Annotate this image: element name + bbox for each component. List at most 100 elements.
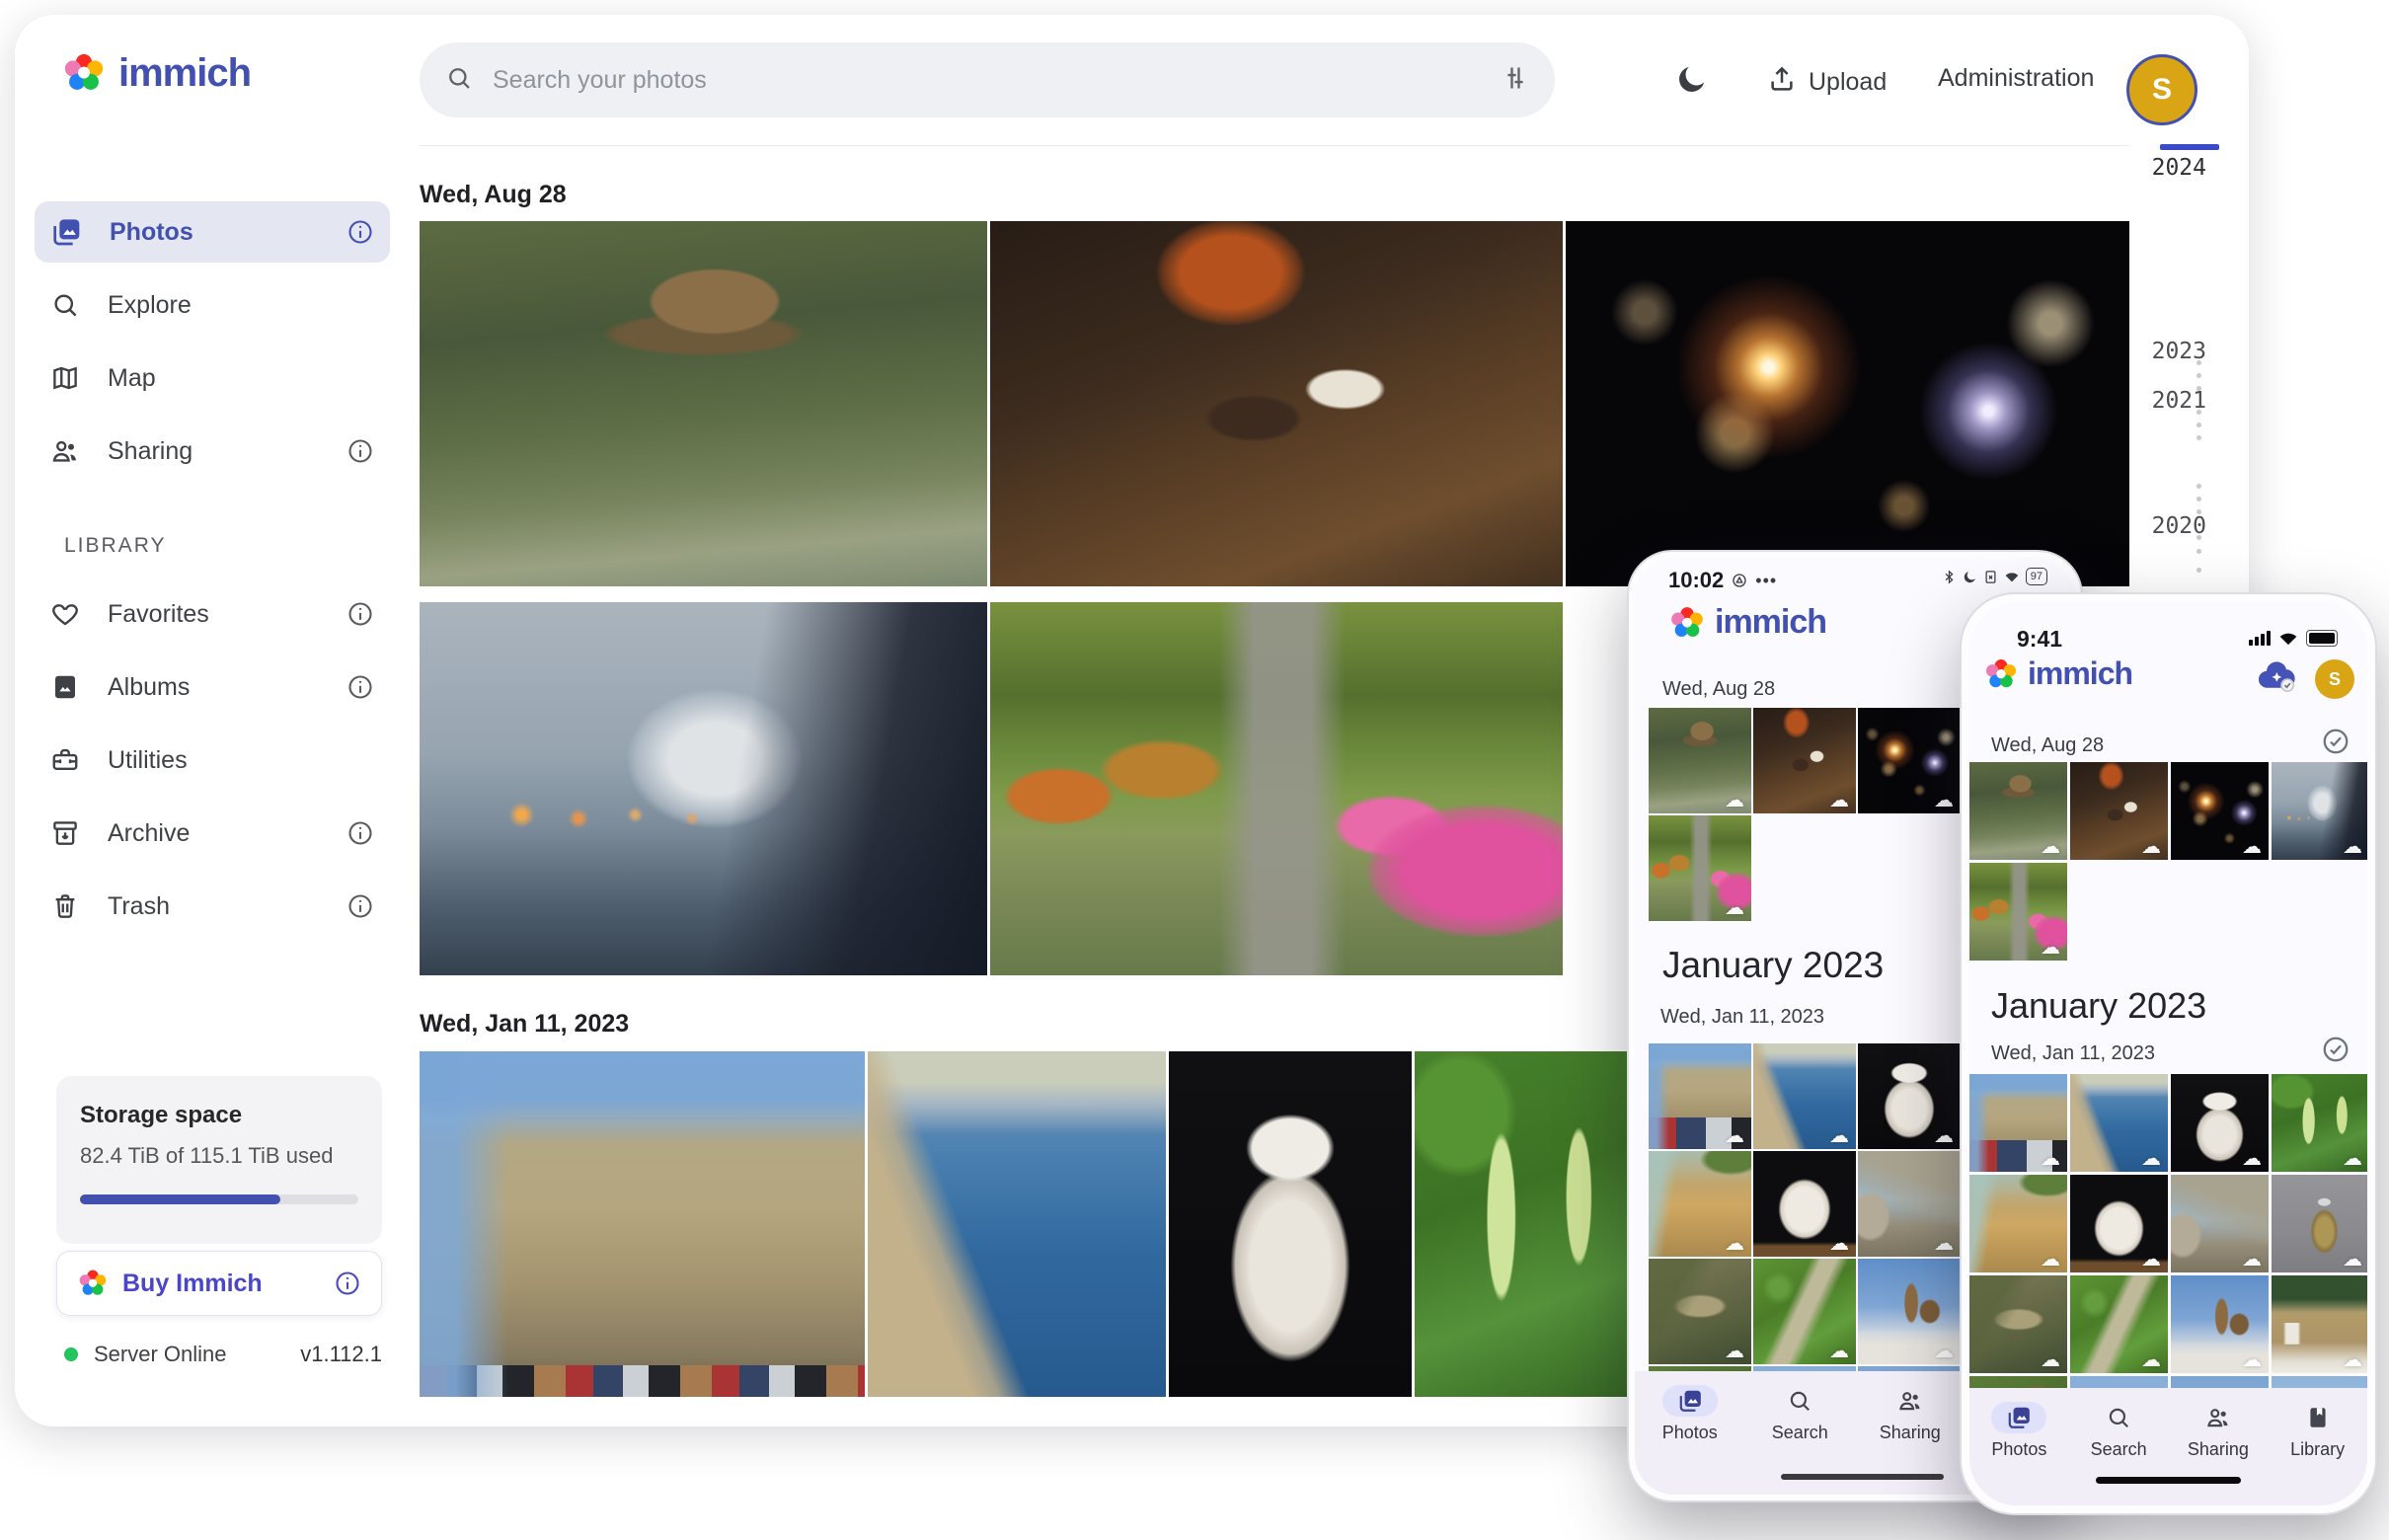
info-icon[interactable] [347, 437, 374, 465]
administration-label: Administration [1938, 64, 2094, 93]
photo-ornate[interactable]: ☁ [2272, 1175, 2367, 1272]
photo-fireworks[interactable]: ☁ [2171, 762, 2269, 860]
sidebar-item-favorites[interactable]: Favorites [35, 583, 390, 645]
photo-sculpture[interactable]: ☁ [2070, 1175, 2168, 1272]
search-filter-icon[interactable] [1502, 64, 1529, 97]
server-version: v1.112.1 [300, 1342, 382, 1367]
library-section-label: LIBRARY [64, 534, 167, 558]
photo-beach[interactable]: ☁ [1969, 1175, 2067, 1272]
info-icon[interactable] [347, 218, 374, 246]
photo-flowerpath[interactable]: ☁ [1649, 815, 1751, 921]
sidebar-item-sharing[interactable]: Sharing [35, 421, 390, 482]
photo-fireworks[interactable] [1566, 221, 2129, 586]
photo-castlesea[interactable] [868, 1051, 1166, 1397]
photo-ruins[interactable]: ☁ [1858, 1151, 1961, 1257]
nav-item-photos[interactable]: Photos [1635, 1385, 1745, 1495]
photo-monkeys[interactable] [420, 221, 987, 586]
photo-bust[interactable]: ☁ [1858, 1043, 1961, 1149]
photo-lizard2[interactable]: ☁ [2070, 1275, 2168, 1373]
nav-item-sharing[interactable]: Sharing [2169, 1402, 2269, 1505]
photo-beach[interactable]: ☁ [1649, 1151, 1751, 1257]
upload-button[interactable]: Upload [1767, 64, 1887, 101]
search-input[interactable] [491, 65, 1484, 96]
photo-plant[interactable] [1415, 1051, 1643, 1397]
nav-item-library[interactable]: Library [2268, 1402, 2367, 1505]
nav-item-search[interactable]: Search [2069, 1402, 2169, 1505]
photo-dinner[interactable] [990, 221, 1563, 586]
timeline-tick [2196, 568, 2201, 573]
photo-church[interactable]: ☁ [2171, 1275, 2269, 1373]
photo-grid-clip: ☁☁☁☁☁☁☁☁☁☁☁☁☁☁☁☁ [1969, 1074, 2367, 1402]
photo-plant[interactable]: ☁ [2272, 1074, 2367, 1172]
info-icon[interactable] [347, 892, 374, 920]
nav-pill [1883, 1385, 1938, 1417]
battery-percent: 97 [2031, 571, 2042, 582]
photo-flowerpath[interactable] [990, 602, 1563, 975]
sidebar-item-trash[interactable]: Trash [35, 876, 390, 937]
sidebar-item-explore[interactable]: Explore [35, 274, 390, 336]
cloud-backup-icon: ☁ [1829, 1233, 1849, 1253]
info-icon[interactable] [334, 1270, 361, 1297]
wifi-icon [2278, 631, 2298, 646]
toolbox-icon [50, 745, 80, 775]
cloud-sync-button[interactable] [2256, 657, 2299, 698]
buy-immich-button[interactable]: Buy Immich [56, 1251, 382, 1316]
cloud-backup-icon: ☁ [2343, 1148, 2362, 1168]
nav-label: Search [1772, 1423, 1828, 1443]
user-avatar[interactable]: S [2315, 659, 2354, 699]
photo-dinner[interactable]: ☁ [2070, 762, 2168, 860]
photo-ruins[interactable]: ☁ [2171, 1175, 2269, 1272]
photo-monkeys[interactable]: ☁ [1649, 708, 1751, 813]
theme-toggle-button[interactable] [1675, 62, 1709, 103]
photo-castlesea[interactable]: ☁ [2070, 1074, 2168, 1172]
upload-icon [1767, 64, 1797, 101]
info-icon[interactable] [347, 673, 374, 701]
photo-hands[interactable]: ☁ [2272, 762, 2367, 860]
sidebar-item-albums[interactable]: Albums [35, 656, 390, 718]
user-avatar[interactable]: S [2126, 54, 2197, 125]
info-icon[interactable] [347, 600, 374, 628]
vpn-icon [1732, 573, 1747, 588]
sidebar-item-map[interactable]: Map [35, 347, 390, 409]
select-day-check-icon[interactable] [2321, 1035, 2350, 1064]
photo-hands[interactable] [420, 602, 987, 975]
nav-label: Photos [1662, 1423, 1718, 1443]
timeline-tick [2196, 373, 2201, 378]
photo-bust[interactable] [1169, 1051, 1412, 1397]
immich-logo[interactable]: immich [61, 50, 251, 96]
nav-item-photos[interactable]: Photos [1969, 1402, 2069, 1505]
photo-monkeys[interactable]: ☁ [1969, 762, 2067, 860]
photo-castlesea[interactable]: ☁ [1753, 1043, 1856, 1149]
photo-lizard2[interactable]: ☁ [1753, 1259, 1856, 1364]
administration-link[interactable]: Administration [1938, 64, 2094, 93]
info-icon[interactable] [347, 819, 374, 847]
library-icon [2305, 1405, 2331, 1430]
photo-church[interactable]: ☁ [1858, 1259, 1961, 1364]
photo-fireworks[interactable]: ☁ [1858, 708, 1961, 813]
photo-dinner[interactable]: ☁ [1753, 708, 1856, 813]
timeline-tick [2196, 410, 2201, 415]
photo-castle[interactable] [420, 1051, 865, 1397]
photo-alpine[interactable]: ☁ [2272, 1275, 2367, 1373]
ios-status-left: 9:41 [2017, 626, 2062, 653]
photo-castle[interactable]: ☁ [1649, 1043, 1751, 1149]
battery-icon: 97 [2026, 568, 2047, 585]
select-day-check-icon[interactable] [2321, 727, 2350, 756]
sidebar-item-utilities[interactable]: Utilities [35, 730, 390, 791]
sidebar-item-photos[interactable]: Photos [35, 201, 390, 263]
timeline-tick [2196, 386, 2201, 391]
photo-lizard1[interactable]: ☁ [1969, 1275, 2067, 1373]
sidebar-item-archive[interactable]: Archive [35, 803, 390, 864]
archive-icon [50, 818, 80, 848]
timeline-year-current[interactable]: 2024 [2152, 155, 2206, 181]
sidebar-item-label: Photos [110, 218, 319, 247]
photo-castle[interactable]: ☁ [1969, 1074, 2067, 1172]
moon-icon [1675, 62, 1709, 103]
photo-flowerpath[interactable]: ☁ [1969, 863, 2067, 961]
photo-sculpture[interactable]: ☁ [1753, 1151, 1856, 1257]
photo-bust[interactable]: ☁ [2171, 1074, 2269, 1172]
nav-pill [2091, 1402, 2146, 1433]
photo-lizard1[interactable]: ☁ [1649, 1259, 1751, 1364]
photos-icon [2006, 1405, 2032, 1430]
search-bar[interactable] [420, 42, 1555, 117]
